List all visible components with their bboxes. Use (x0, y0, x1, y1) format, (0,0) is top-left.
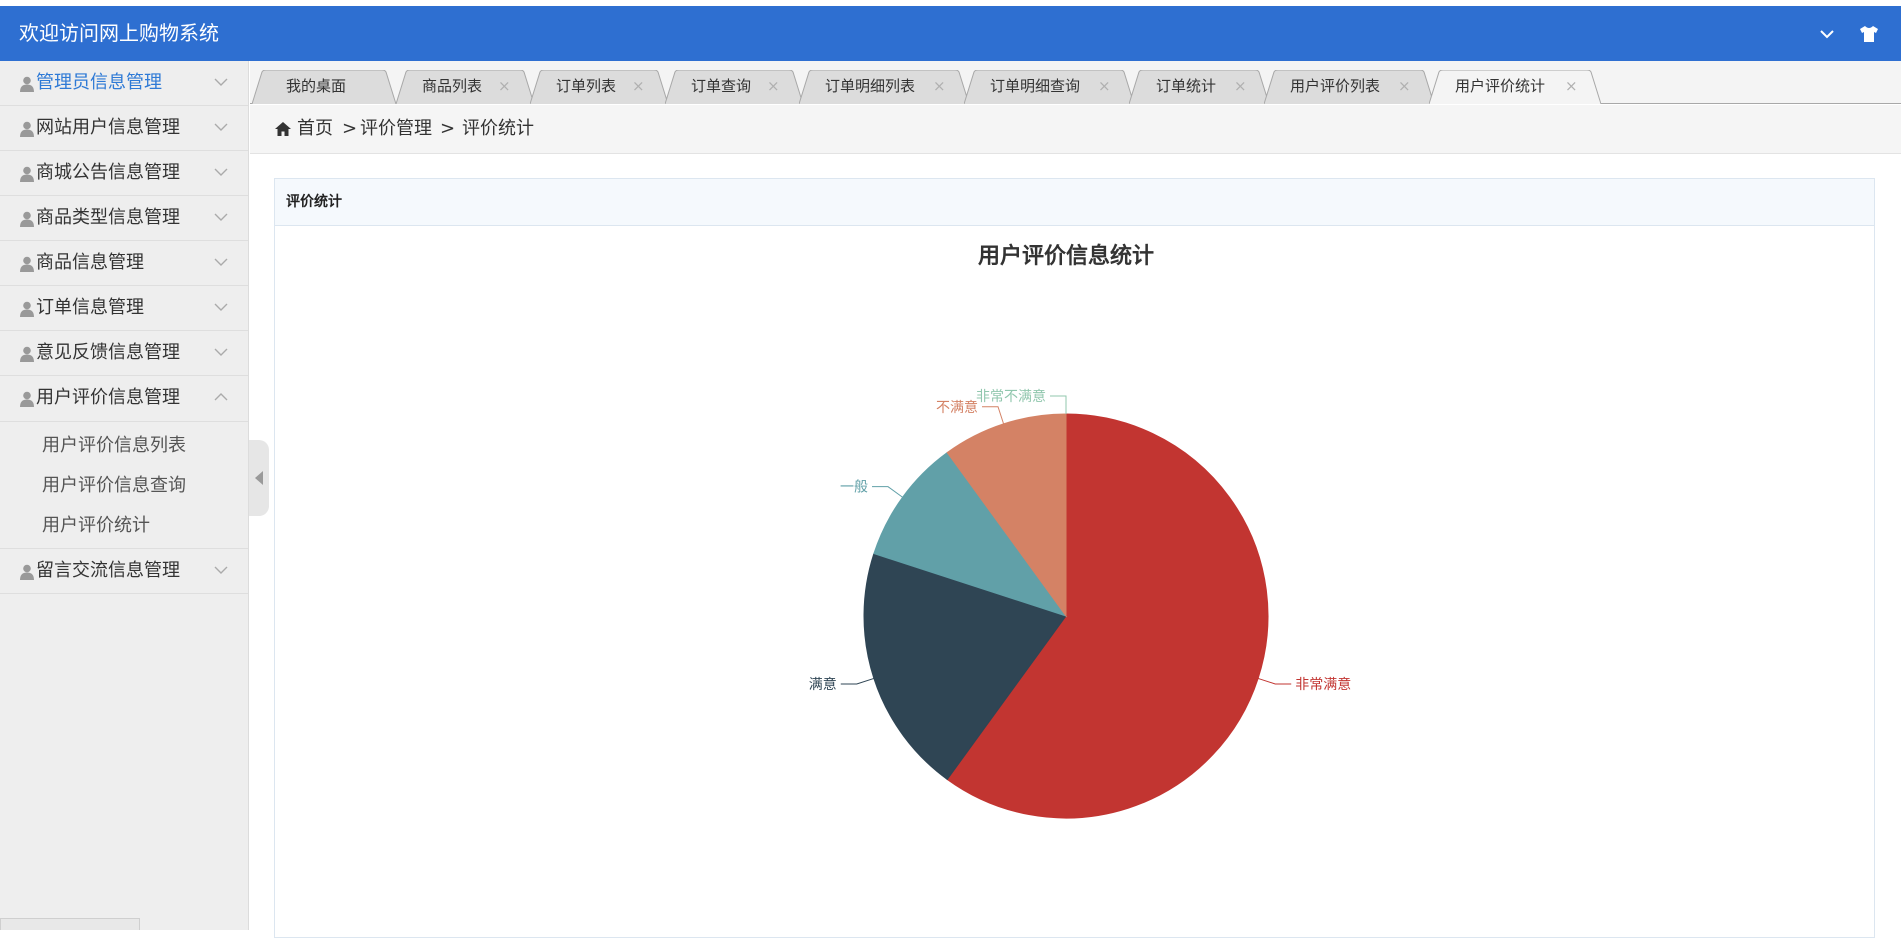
tab-order-detail-query[interactable]: 订单明细查询 × (964, 70, 1134, 104)
sidebar-item-reviews[interactable]: 用户评价信息管理 (0, 376, 248, 421)
tab-label: 我的桌面 (286, 77, 347, 95)
tab-product-list[interactable]: 商品列表 × (396, 70, 534, 104)
close-icon[interactable]: × (933, 70, 946, 102)
sidebar-item-site-users[interactable]: 网站用户信息管理 (0, 106, 248, 151)
user-icon (20, 256, 34, 272)
tab-label: 商品列表 (422, 77, 483, 95)
user-icon (20, 121, 34, 137)
chevron-up-icon (214, 393, 228, 401)
tab-label: 用户评价统计 (1455, 77, 1546, 95)
user-icon (20, 166, 34, 182)
tab-label: 订单明细查询 (990, 77, 1081, 95)
close-icon[interactable]: × (498, 70, 511, 102)
user-icon (20, 391, 34, 407)
pie-label-2: 一般 (840, 479, 868, 495)
close-icon[interactable]: × (1398, 70, 1411, 102)
user-icon (20, 564, 34, 580)
pie-label-1: 满意 (809, 676, 837, 692)
sidebar-item-products[interactable]: 商品信息管理 (0, 241, 248, 286)
close-icon[interactable]: × (1098, 70, 1111, 102)
close-icon[interactable]: × (1565, 70, 1578, 102)
tab-review-stats[interactable]: 用户评价统计 × (1429, 70, 1601, 104)
app-header: 欢迎访问网上购物系统 (0, 6, 1901, 61)
tab-order-detail-list[interactable]: 订单明细列表 × (799, 70, 969, 104)
close-icon[interactable]: × (767, 70, 780, 102)
pie-label-line-4 (1050, 395, 1067, 414)
pie-label-line-1 (840, 677, 875, 685)
user-icon (20, 211, 34, 227)
sidebar-item-orders[interactable]: 订单信息管理 (0, 286, 248, 331)
home-icon (275, 122, 291, 136)
sidebar-item-feedback[interactable]: 意见反馈信息管理 (0, 331, 248, 376)
chevron-down-icon (214, 303, 228, 311)
chevron-down-icon (214, 566, 228, 574)
sidebar-item-announcements[interactable]: 商城公告信息管理 (0, 151, 248, 196)
sidebar-item-label: 网站用户信息管理 (36, 117, 180, 138)
pie-label-4: 非常不满意 (976, 388, 1046, 404)
sidebar-item-label: 商城公告信息管理 (36, 162, 180, 183)
tab-review-list[interactable]: 用户评价列表 × (1264, 70, 1434, 104)
user-icon (20, 346, 34, 362)
sidebar-item-product-types[interactable]: 商品类型信息管理 (0, 196, 248, 241)
sidebar-collapse-handle[interactable] (249, 440, 269, 516)
submenu-review-list[interactable]: 用户评价信息列表 (0, 426, 248, 466)
chevron-down-icon (214, 348, 228, 356)
status-stub (0, 918, 140, 930)
tab-order-query[interactable]: 订单查询 × (665, 70, 803, 104)
panel-title: 评价统计 (275, 179, 1874, 226)
chevron-down-icon (214, 168, 228, 176)
chevron-down-icon (214, 123, 228, 131)
stats-panel: 评价统计 用户评价信息统计 非常满意 满意 一般 不满意 非常不满意 (274, 178, 1875, 938)
tab-label: 订单查询 (691, 77, 752, 95)
breadcrumb: 首页 > 评价管理 > 评价统计 (250, 105, 1901, 154)
reviews-submenu: 用户评价信息列表 用户评价信息查询 用户评价统计 (0, 421, 248, 549)
pie-chart: 用户评价信息统计 非常满意 满意 一般 不满意非常不满意 (809, 243, 1351, 819)
breadcrumb-separator: > (342, 118, 358, 139)
breadcrumb-level2: 评价统计 (462, 118, 534, 139)
tab-label: 订单列表 (556, 77, 617, 95)
pie-label-0: 非常满意 (1295, 676, 1351, 692)
tab-label: 订单统计 (1156, 77, 1217, 95)
tab-order-stats[interactable]: 订单统计 × (1129, 70, 1269, 104)
sidebar-item-label: 商品信息管理 (36, 252, 144, 273)
pie-label-line-3 (982, 406, 1005, 425)
sidebar: 管理员信息管理 网站用户信息管理 商城公告信息管理 商品类型信息管理 商品信息管… (0, 61, 249, 930)
sidebar-item-label: 订单信息管理 (36, 297, 144, 318)
tab-label: 用户评价列表 (1290, 77, 1381, 95)
submenu-review-stats[interactable]: 用户评价统计 (0, 506, 248, 546)
tab-order-list[interactable]: 订单列表 × (530, 70, 668, 104)
user-icon (20, 76, 34, 92)
chevron-down-icon[interactable] (1816, 24, 1838, 44)
user-icon (20, 301, 34, 317)
close-icon[interactable]: × (632, 70, 645, 102)
sidebar-item-label: 留言交流信息管理 (36, 560, 180, 581)
sidebar-item-label: 商品类型信息管理 (36, 207, 180, 228)
tab-desktop[interactable]: 我的桌面 (252, 70, 396, 104)
sidebar-item-label: 管理员信息管理 (36, 72, 162, 93)
breadcrumb-level1[interactable]: 评价管理 (360, 105, 432, 153)
chevron-down-icon (214, 258, 228, 266)
sidebar-item-admin[interactable]: 管理员信息管理 (0, 61, 248, 106)
chevron-down-icon (214, 78, 228, 86)
app-title: 欢迎访问网上购物系统 (19, 21, 219, 45)
chart-title: 用户评价信息统计 (978, 243, 1154, 268)
sidebar-item-label: 意见反馈信息管理 (36, 342, 180, 363)
pie-label-line-0 (1257, 677, 1292, 685)
breadcrumb-home[interactable]: 首页 (297, 105, 333, 153)
chevron-left-icon (255, 471, 263, 485)
tab-bar: 我的桌面 商品列表 × 订单列表 × 订单查询 × 订单明细列表 × 订单明细查… (250, 61, 1901, 104)
close-icon[interactable]: × (1234, 70, 1247, 102)
tab-label: 订单明细列表 (825, 77, 916, 95)
sidebar-item-label: 用户评价信息管理 (36, 387, 180, 408)
tshirt-icon[interactable] (1858, 24, 1880, 44)
chevron-down-icon (214, 213, 228, 221)
pie-label-line-2 (872, 486, 903, 498)
sidebar-item-messages[interactable]: 留言交流信息管理 (0, 549, 248, 594)
breadcrumb-separator: > (440, 118, 456, 139)
pie-label-3: 不满意 (936, 399, 978, 415)
submenu-review-query[interactable]: 用户评价信息查询 (0, 466, 248, 506)
